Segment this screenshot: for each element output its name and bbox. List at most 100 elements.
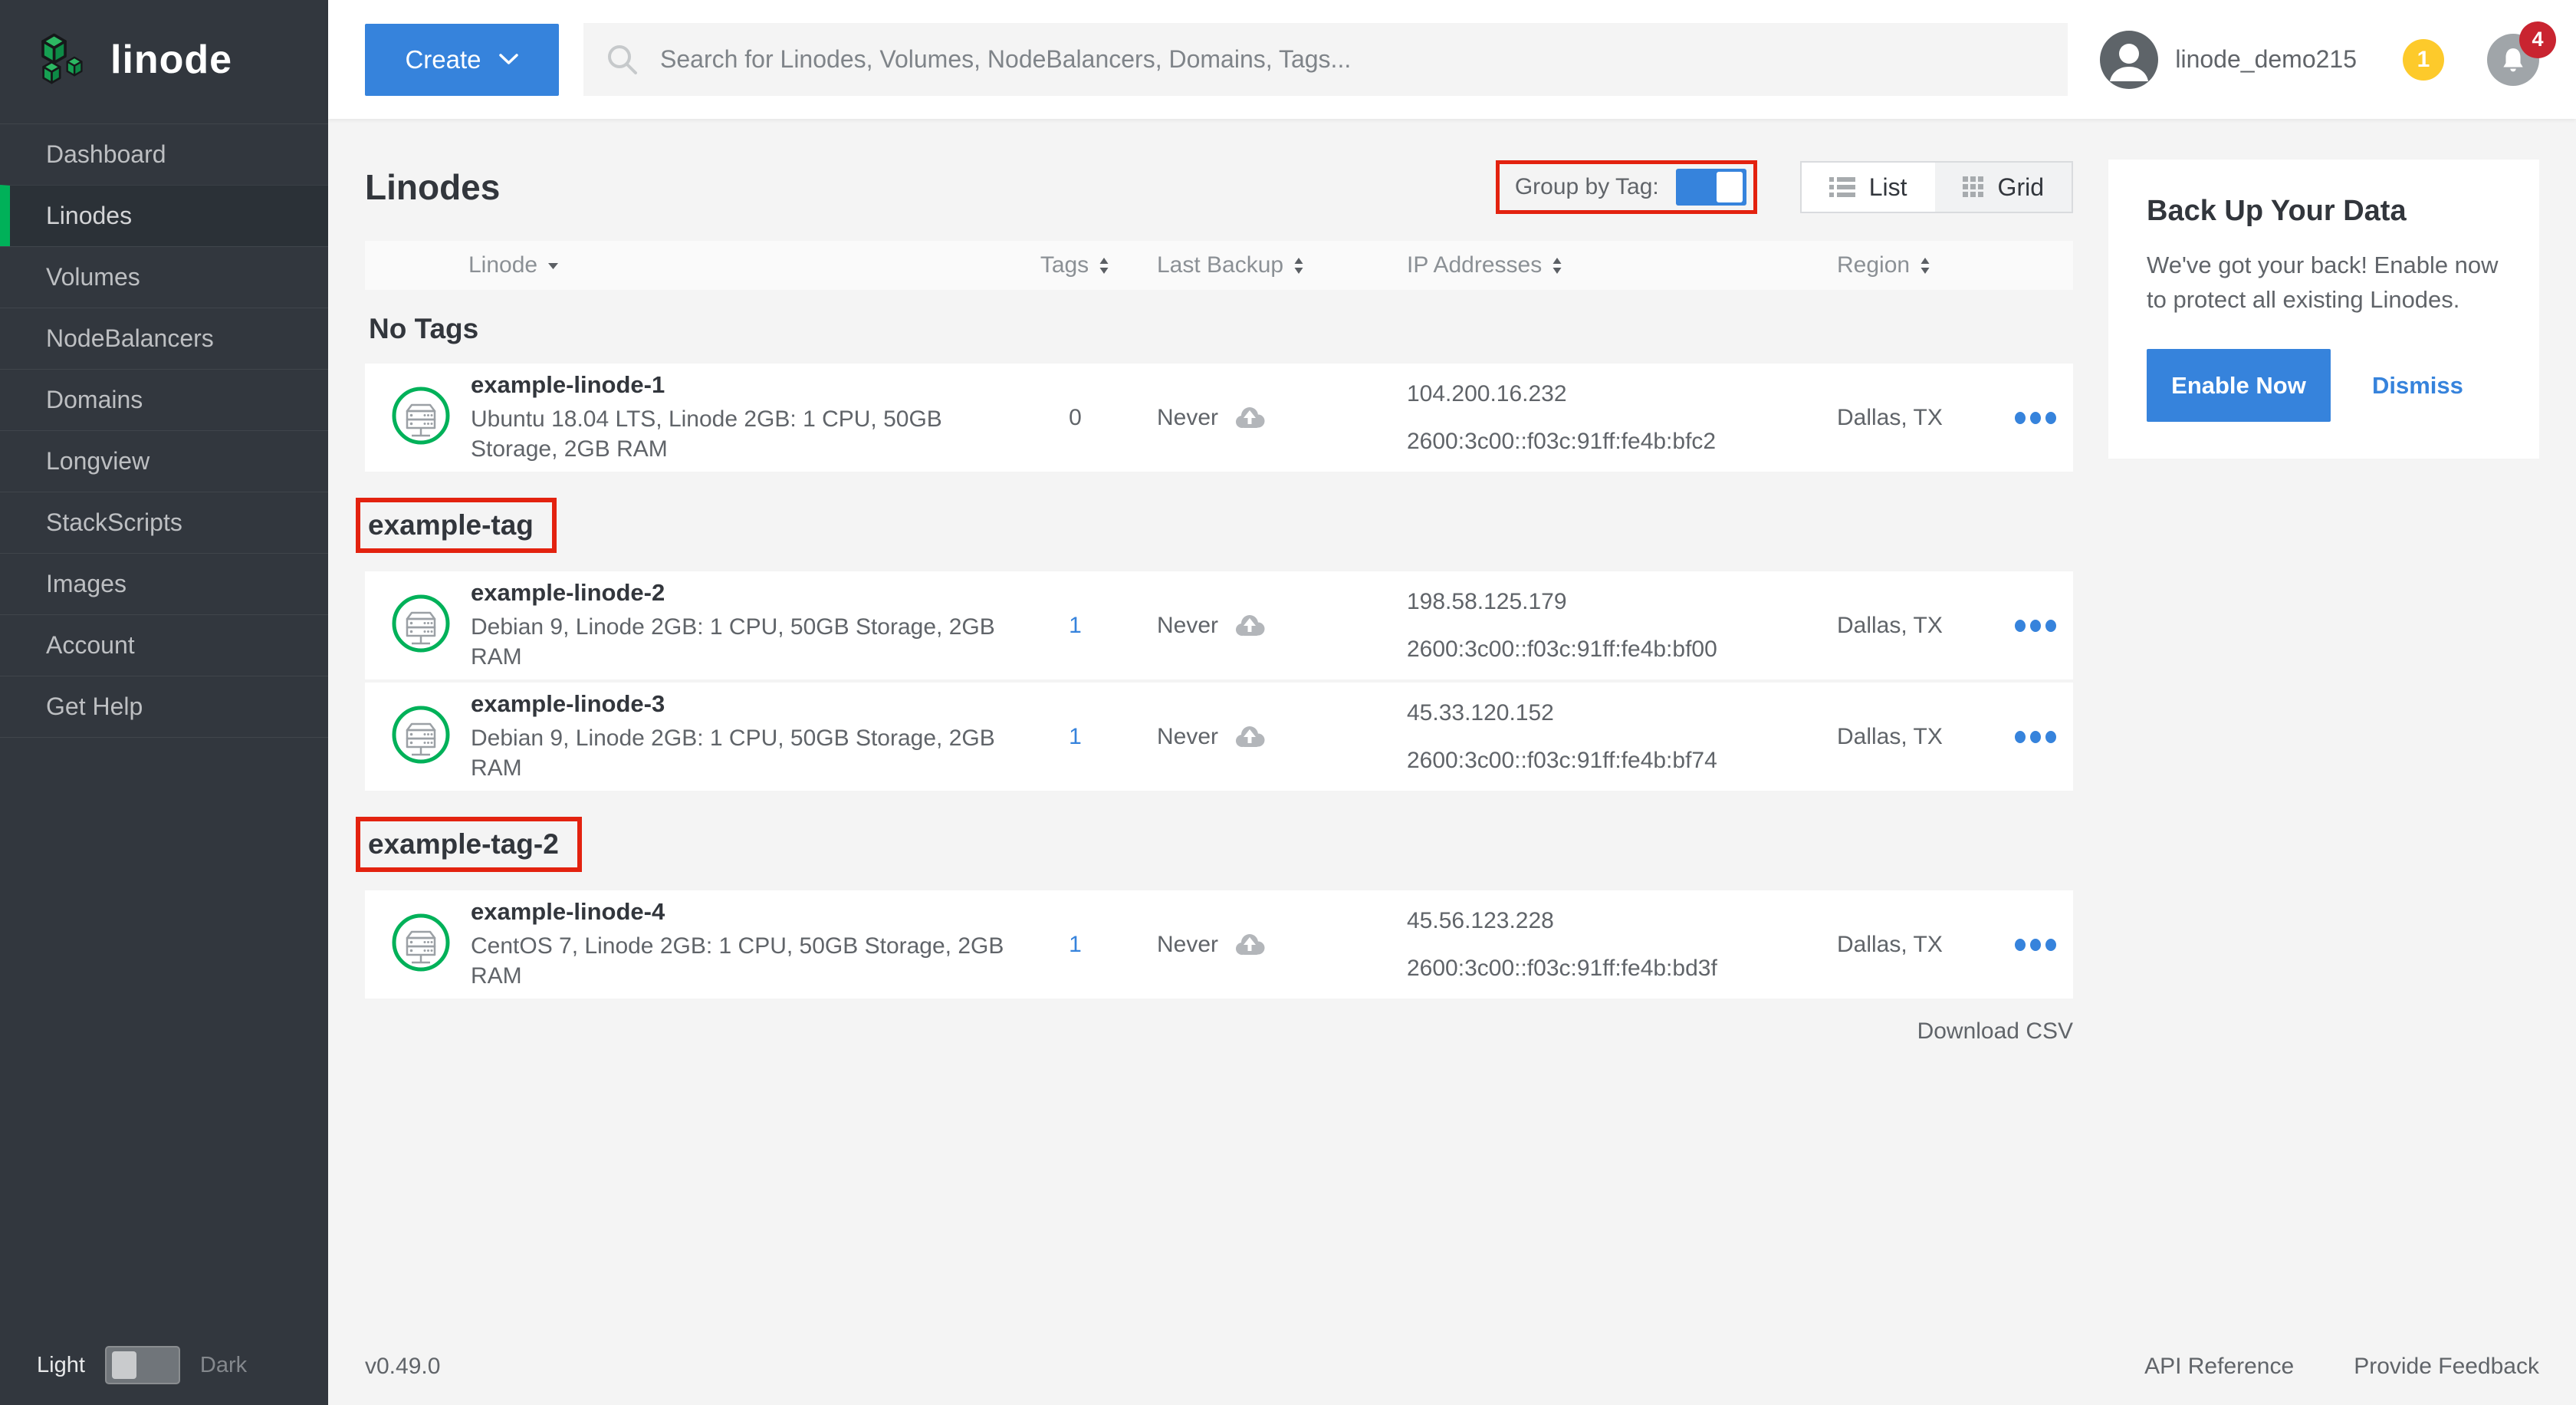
linode-row[interactable]: example-linode-3 Debian 9, Linode 2GB: 1…	[365, 683, 2073, 791]
sidebar-item-nodebalancers[interactable]: NodeBalancers	[0, 308, 328, 369]
notifications-button[interactable]: 4	[2487, 34, 2539, 86]
last-backup-label: Never	[1157, 724, 1218, 750]
sidebar-item-label: Longview	[46, 447, 150, 475]
backup-upload-cloud-icon	[1232, 404, 1267, 432]
dismiss-link[interactable]: Dismiss	[2372, 372, 2463, 400]
create-button[interactable]: Create	[365, 24, 559, 96]
api-reference-link[interactable]: API Reference	[2144, 1354, 2294, 1380]
ip-address: 45.33.120.152	[1407, 689, 1814, 737]
view-switcher: List Grid	[1800, 161, 2073, 213]
row-actions-menu[interactable]	[2013, 730, 2058, 744]
ip-addresses: 104.200.16.2322600:3c00::f03c:91ff:fe4b:…	[1384, 370, 1814, 466]
linode-logo[interactable]: linode	[0, 0, 328, 119]
row-actions-menu[interactable]	[2013, 938, 2058, 952]
page-toolbar: Linodes Group by Tag:	[365, 160, 2073, 215]
sort-header-last-backup[interactable]: Last Backup	[1134, 252, 1384, 278]
user-menu[interactable]: linode_demo215	[2100, 31, 2357, 89]
sort-header-ip-addresses[interactable]: IP Addresses	[1384, 252, 1814, 278]
row-actions-menu[interactable]	[2013, 619, 2058, 633]
avatar-icon	[2100, 31, 2158, 89]
search-icon	[605, 42, 640, 77]
footer: v0.49.0 API Reference Provide Feedback	[328, 1328, 2576, 1405]
sort-header-tags[interactable]: Tags	[1017, 252, 1134, 278]
sort-header-linode[interactable]: Linode	[365, 252, 1017, 278]
group-by-tag-annotation-box: Group by Tag:	[1496, 160, 1757, 214]
table-header-row: Linode Tags Last Backup IP Addresse	[365, 241, 2073, 290]
ip-address: 198.58.125.179	[1407, 578, 1814, 626]
row-actions-menu[interactable]	[2013, 411, 2058, 425]
ip-address: 2600:3c00::f03c:91ff:fe4b:bf00	[1407, 626, 1814, 673]
theme-switch[interactable]	[105, 1346, 180, 1384]
enable-now-button[interactable]: Enable Now	[2147, 349, 2331, 422]
sidebar-item-images[interactable]: Images	[0, 553, 328, 614]
sidebar-item-domains[interactable]: Domains	[0, 369, 328, 430]
tag-group: example-tag-2	[365, 794, 2073, 999]
linode-name[interactable]: example-linode-3	[471, 690, 1007, 718]
linode-row[interactable]: example-linode-4 CentOS 7, Linode 2GB: 1…	[365, 890, 2073, 999]
theme-toggle: Light Dark	[0, 1325, 328, 1405]
linode-status-icon	[391, 386, 451, 449]
sort-desc-icon	[547, 262, 560, 270]
region-label: Dallas, TX	[1814, 405, 1998, 431]
sidebar-item-label: Account	[46, 631, 135, 660]
ip-addresses: 45.56.123.2282600:3c00::f03c:91ff:fe4b:b…	[1384, 897, 1814, 992]
sidebar-item-stackscripts[interactable]: StackScripts	[0, 492, 328, 553]
region-label: Dallas, TX	[1814, 613, 1998, 639]
sort-both-icon	[1551, 257, 1563, 275]
list-view-label: List	[1869, 173, 1907, 202]
sidebar-item-label: Dashboard	[46, 140, 166, 169]
sidebar-item-label: Images	[46, 570, 127, 598]
sidebar-item-dashboard[interactable]: Dashboard	[0, 123, 328, 185]
sidebar-item-linodes[interactable]: Linodes	[0, 185, 328, 246]
list-view-button[interactable]: List	[1802, 163, 1935, 212]
content: Linodes Group by Tag:	[328, 119, 2576, 1328]
username: linode_demo215	[2175, 45, 2357, 74]
search-input[interactable]	[659, 44, 2068, 74]
linode-row[interactable]: example-linode-2 Debian 9, Linode 2GB: 1…	[365, 571, 2073, 679]
backup-card-title: Back Up Your Data	[2147, 195, 2501, 228]
provide-feedback-link[interactable]: Provide Feedback	[2354, 1354, 2539, 1380]
pending-badge[interactable]: 1	[2403, 39, 2444, 81]
create-button-label: Create	[405, 45, 481, 74]
region-label: Dallas, TX	[1814, 932, 1998, 958]
page-title: Linodes	[365, 166, 500, 208]
last-backup-label: Never	[1157, 405, 1218, 431]
tag-group-header: example-tag	[356, 498, 557, 553]
tags-count[interactable]: 1	[1069, 724, 1082, 749]
tag-group: example-tag	[365, 475, 2073, 791]
list-view-icon	[1829, 177, 1855, 198]
sidebar-item-account[interactable]: Account	[0, 614, 328, 676]
ip-addresses: 198.58.125.1792600:3c00::f03c:91ff:fe4b:…	[1384, 578, 1814, 673]
tags-count[interactable]: 1	[1069, 613, 1082, 638]
linode-description: CentOS 7, Linode 2GB: 1 CPU, 50GB Storag…	[471, 931, 1007, 991]
backup-upload-cloud-icon	[1232, 931, 1267, 959]
chevron-down-icon	[498, 53, 519, 66]
tags-count[interactable]: 1	[1069, 932, 1082, 957]
linode-description: Debian 9, Linode 2GB: 1 CPU, 50GB Storag…	[471, 612, 1007, 672]
linode-name[interactable]: example-linode-1	[471, 371, 1007, 399]
grid-view-button[interactable]: Grid	[1935, 163, 2072, 212]
backup-upload-cloud-icon	[1232, 612, 1267, 640]
sort-both-icon	[1098, 257, 1110, 275]
sidebar-item-longview[interactable]: Longview	[0, 430, 328, 492]
sort-header-region[interactable]: Region	[1814, 252, 1998, 278]
theme-switch-knob	[112, 1351, 136, 1379]
tag-group-header: example-tag-2	[356, 817, 582, 872]
main-region: Create	[328, 0, 2576, 1405]
ip-address: 104.200.16.232	[1407, 370, 1814, 418]
sidebar-nav: Dashboard LinodesVolumesNodeBalancersDoma…	[0, 123, 328, 738]
linode-name[interactable]: example-linode-2	[471, 579, 1007, 607]
group-by-tag-toggle-knob	[1717, 172, 1743, 202]
sidebar-item-get-help[interactable]: Get Help	[0, 676, 328, 738]
sidebar: linode Dashboard LinodesVolumesNodeBalanc…	[0, 0, 328, 1405]
linode-name[interactable]: example-linode-4	[471, 898, 1007, 926]
linode-row[interactable]: example-linode-1 Ubuntu 18.04 LTS, Linod…	[365, 364, 2073, 472]
ip-address: 2600:3c00::f03c:91ff:fe4b:bd3f	[1407, 945, 1814, 992]
sidebar-item-volumes[interactable]: Volumes	[0, 246, 328, 308]
group-by-tag-toggle[interactable]	[1676, 169, 1746, 206]
last-backup-label: Never	[1157, 613, 1218, 639]
linode-description: Ubuntu 18.04 LTS, Linode 2GB: 1 CPU, 50G…	[471, 404, 1007, 464]
linode-status-icon	[391, 705, 451, 768]
download-csv-link[interactable]: Download CSV	[365, 1018, 2073, 1045]
linode-status-icon	[391, 594, 451, 657]
